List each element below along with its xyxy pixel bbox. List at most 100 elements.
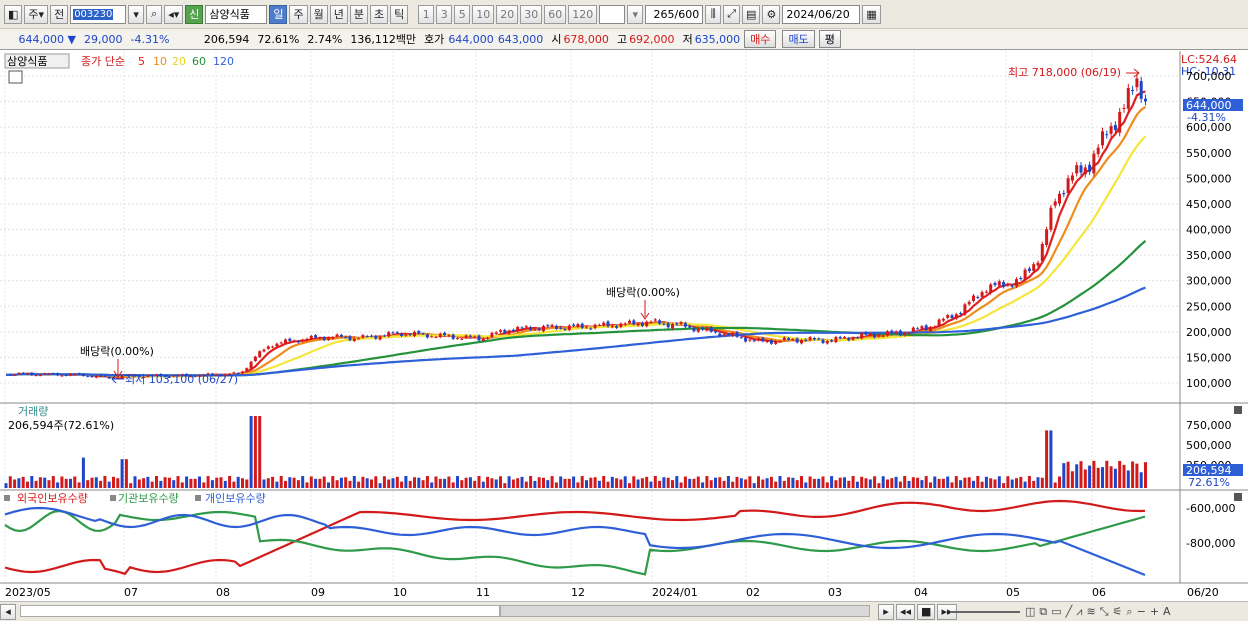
- window-icon[interactable]: ▭: [1051, 605, 1061, 619]
- period-month-tab[interactable]: 월: [309, 4, 328, 24]
- volume-bar: [954, 476, 958, 488]
- calendar-icon[interactable]: ▦: [862, 4, 881, 24]
- scrollbar-thumb[interactable]: [500, 605, 870, 617]
- candle-body: [593, 324, 597, 329]
- calculator-icon[interactable]: [8, 70, 23, 84]
- copy-icon[interactable]: ⧉: [1039, 605, 1047, 619]
- first-icon[interactable]: ◂◂: [896, 603, 916, 620]
- sound-icon[interactable]: ◂▾: [164, 4, 184, 24]
- candle-body: [851, 337, 855, 340]
- settings-icon[interactable]: ⚙: [762, 4, 781, 24]
- tool-icon[interactable]: ⚟: [1113, 605, 1123, 619]
- candle-body: [567, 325, 571, 330]
- interval-5-button[interactable]: 5: [454, 4, 471, 24]
- scrollbar-track[interactable]: [20, 605, 500, 617]
- open-label: 시: [551, 33, 562, 46]
- zoom-slider[interactable]: [950, 611, 1020, 613]
- stock-tab-label: 삼양식품: [7, 55, 47, 68]
- interval-1-button[interactable]: 1: [418, 4, 435, 24]
- volume-bar: [120, 459, 124, 488]
- stop-icon[interactable]: ■: [917, 603, 936, 620]
- volume-bar: [456, 476, 459, 488]
- candle-body: [692, 327, 696, 332]
- volume-bar: [116, 478, 120, 488]
- stock-code-input[interactable]: 003230: [70, 4, 127, 24]
- volume-bar: [1053, 482, 1057, 488]
- volume-bar: [542, 477, 545, 488]
- cross-icon[interactable]: ⤡: [1100, 605, 1109, 619]
- volume-bar: [365, 478, 369, 488]
- period-tick-tab[interactable]: 틱: [390, 4, 409, 24]
- code-dropdown-icon[interactable]: ▾: [128, 4, 145, 24]
- x-tick-label: 05: [1006, 586, 1020, 599]
- interval-30-button[interactable]: 30: [520, 4, 543, 24]
- search-icon[interactable]: ⌕: [146, 4, 163, 24]
- volume-bar: [529, 476, 533, 488]
- volume-panel-close-icon[interactable]: [1234, 406, 1242, 414]
- chart-area[interactable]: 삼양식품 종가 단순 5 10 20 60 120 LC:524.64 HC:-…: [0, 51, 1248, 601]
- candle-body: [929, 327, 932, 331]
- stock-name-field[interactable]: 삼양식품: [205, 4, 268, 24]
- candle-body: [301, 339, 305, 342]
- candle-type-icon[interactable]: ⫼: [705, 4, 722, 24]
- holding-panel-close-icon[interactable]: [1234, 493, 1242, 501]
- interval-dropdown-icon[interactable]: ▾: [627, 4, 644, 24]
- volume-bar: [597, 480, 601, 488]
- volume-bar: [1062, 463, 1066, 488]
- candle-body: [47, 373, 51, 375]
- sell-button[interactable]: 매도: [782, 30, 815, 48]
- period-week-tab[interactable]: 주: [289, 4, 308, 24]
- candle-body: [868, 333, 872, 336]
- eval-button[interactable]: 평: [818, 30, 841, 48]
- interval-3-button[interactable]: 3: [436, 4, 453, 24]
- volume-bar: [675, 476, 679, 488]
- candle-body: [782, 337, 786, 341]
- layout-icon[interactable]: ◫: [1025, 605, 1035, 619]
- zoom-icon[interactable]: ⌕: [1126, 605, 1132, 619]
- volume-bar: [886, 479, 889, 488]
- candle-body: [774, 341, 778, 344]
- volume-bar: [610, 476, 614, 488]
- period-day-tab[interactable]: 일: [269, 4, 288, 24]
- interval-60-button[interactable]: 60: [544, 4, 567, 24]
- save-icon[interactable]: ▤: [742, 4, 761, 24]
- x-tick-label: 11: [476, 586, 490, 599]
- volume-bar: [843, 477, 846, 488]
- data-count-field[interactable]: 265/600: [645, 4, 704, 24]
- market-select[interactable]: 주 ▾: [24, 4, 49, 24]
- chart-canvas[interactable]: 삼양식품 종가 단순 5 10 20 60 120 LC:524.64 HC:-…: [0, 51, 1248, 601]
- candle-body: [241, 371, 244, 374]
- interval-custom-input[interactable]: [599, 4, 626, 24]
- period-second-tab[interactable]: 초: [369, 4, 389, 24]
- candle-body: [99, 375, 103, 377]
- candle-body: [90, 375, 94, 378]
- draw-tool-icon[interactable]: ⤢: [723, 4, 741, 24]
- fib-icon[interactable]: ≋: [1087, 605, 1096, 619]
- text-icon[interactable]: A: [1163, 605, 1171, 619]
- buy-button[interactable]: 매수: [744, 30, 777, 48]
- candle-body: [606, 321, 610, 327]
- period-minute-tab[interactable]: 분: [349, 4, 368, 24]
- minus-icon[interactable]: −: [1137, 605, 1146, 619]
- candle-body: [726, 334, 730, 336]
- volume-bar: [868, 479, 872, 488]
- interval-20-button[interactable]: 20: [496, 4, 519, 24]
- candle-body: [69, 373, 72, 376]
- play-icon[interactable]: ▸: [878, 603, 894, 620]
- plus-icon[interactable]: +: [1150, 605, 1159, 619]
- candle-body: [365, 336, 369, 338]
- scroll-left-icon[interactable]: ◂: [0, 603, 16, 620]
- draw-icon[interactable]: ╱: [1066, 605, 1073, 619]
- volume-bar: [142, 478, 146, 488]
- window-menu-icon[interactable]: ◧: [4, 4, 23, 24]
- candle-body: [1109, 126, 1113, 134]
- interval-120-button[interactable]: 120: [568, 4, 598, 24]
- volume-bar: [984, 476, 988, 488]
- trend-icon[interactable]: ⩘: [1076, 605, 1082, 619]
- interval-10-button[interactable]: 10: [472, 4, 495, 24]
- volume-bar: [1113, 468, 1117, 488]
- date-input[interactable]: 2024/06/20: [782, 4, 861, 24]
- candle-body: [477, 335, 481, 341]
- period-year-tab[interactable]: 년: [329, 4, 348, 24]
- prev-button[interactable]: 전: [50, 4, 69, 24]
